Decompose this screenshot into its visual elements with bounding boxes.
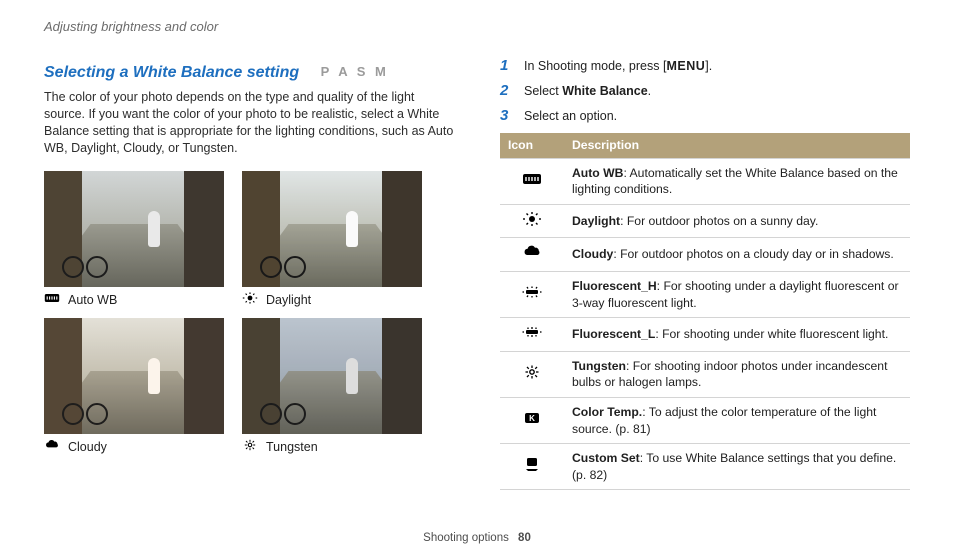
caption-tungsten: Tungsten [242, 438, 422, 457]
wb-description: Custom Set: To use White Balance setting… [564, 444, 910, 490]
intro-paragraph: The color of your photo depends on the t… [44, 89, 454, 157]
wb-option-text: : For outdoor photos on a sunny day. [620, 214, 818, 228]
thumb-image-daylight [242, 171, 422, 287]
thumb-auto: Auto WB [44, 171, 224, 310]
right-column: 1 In Shooting mode, press [MENU]. 2 Sele… [500, 18, 910, 490]
wb-option-name: Auto WB [572, 166, 623, 180]
wb-option-text: : For outdoor photos on a cloudy day or … [613, 247, 893, 261]
step-2-pre: Select [524, 84, 562, 98]
section-heading-row: Selecting a White Balance setting P A S … [44, 62, 454, 84]
thumb-image-auto [44, 171, 224, 287]
table-row: Cloudy: For outdoor photos on a cloudy d… [500, 238, 910, 272]
wb-description: Cloudy: For outdoor photos on a cloudy d… [564, 238, 910, 272]
custom-icon [500, 444, 564, 490]
step-1: 1 In Shooting mode, press [MENU]. [500, 58, 910, 75]
thumb-image-cloudy [44, 318, 224, 434]
step-2: 2 Select White Balance. [500, 83, 910, 100]
step-2-bold: White Balance [562, 84, 647, 98]
step-2-text: Select White Balance. [524, 83, 651, 100]
caption-text: Auto WB [68, 292, 117, 309]
th-icon: Icon [500, 133, 564, 158]
thumb-cloudy: Cloudy [44, 318, 224, 457]
wb-option-name: Daylight [572, 214, 620, 228]
wb-description: Color Temp.: To adjust the color tempera… [564, 397, 910, 443]
thumb-image-tungsten [242, 318, 422, 434]
left-column: Adjusting brightness and color Selecting… [44, 18, 454, 490]
thumb-daylight: Daylight [242, 171, 422, 310]
table-row: Daylight: For outdoor photos on a sunny … [500, 204, 910, 238]
step-number: 3 [500, 108, 514, 125]
caption-text: Tungsten [266, 439, 318, 456]
awb-icon [500, 158, 564, 204]
wb-option-name: Fluorescent_H [572, 279, 657, 293]
fluo_l-icon [500, 318, 564, 352]
step-3: 3 Select an option. [500, 108, 910, 125]
thumb-tungsten: Tungsten [242, 318, 422, 457]
th-description: Description [564, 133, 910, 158]
section-title: Selecting a White Balance setting [44, 64, 299, 81]
footer-label: Shooting options [423, 532, 509, 544]
wb-description: Fluorescent_H: For shooting under a dayl… [564, 271, 910, 317]
wb-description: Tungsten: For shooting indoor photos und… [564, 351, 910, 397]
menu-button-label: MENU [666, 59, 705, 73]
cloudy-icon [500, 238, 564, 272]
step-1-post: ]. [705, 59, 712, 73]
page-footer: Shooting options 80 [0, 531, 954, 547]
wb-gallery: Auto WB Daylight Cloud [44, 171, 454, 457]
cloudy-icon [44, 438, 60, 457]
table-row: Custom Set: To use White Balance setting… [500, 444, 910, 490]
caption-text: Cloudy [68, 439, 107, 456]
table-row: Color Temp.: To adjust the color tempera… [500, 397, 910, 443]
footer-page-number: 80 [518, 532, 531, 544]
step-1-text: In Shooting mode, press [MENU]. [524, 58, 712, 75]
step-3-text: Select an option. [524, 108, 617, 125]
fluo_h-icon [500, 271, 564, 317]
step-2-post: . [648, 84, 651, 98]
wb-description: Auto WB: Automatically set the White Bal… [564, 158, 910, 204]
wb-description: Daylight: For outdoor photos on a sunny … [564, 204, 910, 238]
running-head: Adjusting brightness and color [44, 18, 454, 36]
mode-badge: P A S M [321, 63, 389, 81]
tungsten-icon [500, 351, 564, 397]
table-row: Auto WB: Automatically set the White Bal… [500, 158, 910, 204]
daylight-icon [500, 204, 564, 238]
table-row: Fluorescent_L: For shooting under white … [500, 318, 910, 352]
table-row: Fluorescent_H: For shooting under a dayl… [500, 271, 910, 317]
step-1-pre: In Shooting mode, press [ [524, 59, 666, 73]
step-number: 2 [500, 83, 514, 100]
wb-option-name: Cloudy [572, 247, 613, 261]
wb-option-name: Tungsten [572, 359, 626, 373]
page: Adjusting brightness and color Selecting… [0, 0, 954, 490]
caption-cloudy: Cloudy [44, 438, 224, 457]
caption-text: Daylight [266, 292, 311, 309]
wb-option-text: : For shooting under white fluorescent l… [655, 327, 888, 341]
table-row: Tungsten: For shooting indoor photos und… [500, 351, 910, 397]
daylight-icon [242, 291, 258, 310]
wb-options-table: Icon Description Auto WB: Automatically … [500, 133, 910, 490]
wb-description: Fluorescent_L: For shooting under white … [564, 318, 910, 352]
caption-daylight: Daylight [242, 291, 422, 310]
wb-option-name: Fluorescent_L [572, 327, 655, 341]
wb-option-name: Color Temp. [572, 405, 642, 419]
awb-icon [44, 291, 60, 310]
steps-list: 1 In Shooting mode, press [MENU]. 2 Sele… [500, 58, 910, 125]
tungsten-icon [242, 438, 258, 457]
step-number: 1 [500, 58, 514, 75]
caption-auto: Auto WB [44, 291, 224, 310]
wb-option-name: Custom Set [572, 451, 640, 465]
colortemp-icon [500, 397, 564, 443]
